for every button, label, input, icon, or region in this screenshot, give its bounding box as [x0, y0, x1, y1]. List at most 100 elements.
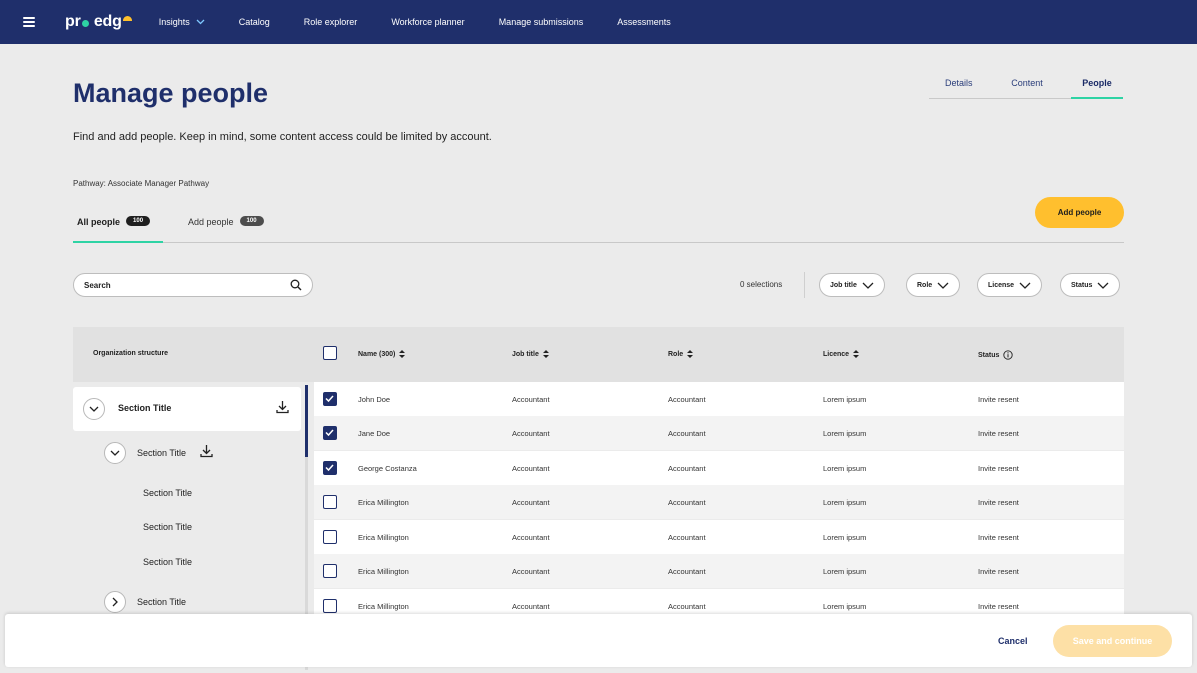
page-subtitle: Find and add people. Keep in mind, some … [73, 131, 492, 143]
table-header [73, 327, 1124, 382]
tree-scrollbar-thumb[interactable] [305, 385, 308, 457]
subtab-all-people-label: All people [77, 217, 121, 227]
nav-manage-submissions[interactable]: Manage submissions [499, 17, 584, 27]
select-all-checkbox[interactable] [323, 346, 337, 360]
tree-item-label[interactable]: Section Title [143, 557, 192, 567]
tree-item-top[interactable] [73, 387, 301, 431]
chevron-down-icon [110, 450, 120, 456]
row-checkbox[interactable] [323, 599, 337, 613]
cell-role: Accountant [668, 395, 706, 404]
row-checkbox[interactable] [323, 564, 337, 578]
subtab-add-people[interactable]: Add people 100 [188, 216, 264, 243]
logo-text-edg: edg [93, 13, 122, 30]
filter-role[interactable]: Role [906, 273, 961, 297]
row-checkbox[interactable] [323, 495, 337, 509]
cell-licence: Lorem ipsum [823, 567, 867, 576]
search-input[interactable] [84, 280, 290, 290]
cell-role: Accountant [668, 567, 706, 576]
cell-licence: Lorem ipsum [823, 498, 867, 507]
column-job-title-label: Job title [512, 350, 539, 358]
cell-status: Invite resent [978, 567, 1019, 576]
tab-details[interactable]: Details [929, 78, 983, 99]
tree-item-label[interactable]: Section Title [137, 448, 186, 458]
tab-people[interactable]: People [1071, 78, 1123, 99]
tree-item-label[interactable]: Section Title [143, 488, 192, 498]
table-row[interactable]: John Doe Accountant Accountant Lorem ips… [314, 382, 1124, 416]
expand-button[interactable] [104, 591, 126, 613]
sort-icon[interactable] [687, 350, 694, 358]
sort-icon[interactable] [542, 350, 549, 358]
chevron-down-icon [1097, 282, 1109, 289]
tree-item-label: Section Title [118, 403, 172, 413]
nav-workforce-planner[interactable]: Workforce planner [391, 17, 464, 27]
nav-catalog[interactable]: Catalog [239, 17, 270, 27]
column-licence-label: Licence [823, 350, 850, 358]
cell-name: John Doe [358, 395, 391, 404]
cell-job-title: Accountant [512, 464, 550, 473]
pathway-label: Pathway: Associate Manager Pathway [73, 179, 210, 188]
search-icon[interactable] [290, 279, 302, 291]
sort-icon[interactable] [853, 350, 860, 358]
column-role[interactable]: Role [668, 350, 694, 358]
collapse-button[interactable] [104, 442, 126, 464]
cancel-button[interactable]: Cancel [998, 636, 1028, 646]
pro-edge-logo[interactable]: pr edg [65, 13, 132, 31]
filter-license-label: License [988, 281, 1015, 289]
tree-item-label[interactable]: Section Title [137, 597, 186, 607]
filter-license[interactable]: License [977, 273, 1043, 297]
chevron-down-icon [937, 282, 949, 289]
cell-job-title: Accountant [512, 533, 550, 542]
table-row[interactable]: Erica Millington Accountant Accountant L… [314, 485, 1124, 519]
nav-insights[interactable]: Insights [159, 17, 205, 27]
cell-name: Jane Doe [358, 429, 391, 438]
nav-role-explorer[interactable]: Role explorer [304, 17, 358, 27]
subtab-all-people[interactable]: All people 100 [73, 216, 163, 243]
nav-assessments[interactable]: Assessments [617, 17, 671, 27]
chevron-down-icon [196, 19, 205, 25]
count-badge: 100 [239, 216, 264, 226]
download-icon[interactable] [276, 400, 289, 414]
chevron-down-icon [89, 406, 99, 412]
filter-job-title-label: Job title [830, 281, 857, 289]
table-row[interactable]: Erica Millington Accountant Accountant L… [314, 554, 1124, 588]
column-status-label: Status [978, 351, 1000, 359]
collapse-button[interactable] [83, 398, 105, 420]
cell-job-title: Accountant [512, 498, 550, 507]
logo-arc [122, 15, 132, 21]
cell-name: George Costanza [358, 464, 417, 473]
column-job-title[interactable]: Job title [512, 350, 549, 358]
count-badge: 100 [126, 216, 151, 226]
row-checkbox[interactable] [323, 426, 337, 440]
table-row[interactable]: Erica Millington Accountant Accountant L… [314, 520, 1124, 554]
table-row[interactable]: Jane Doe Accountant Accountant Lorem ips… [314, 416, 1124, 450]
column-status[interactable]: Status [978, 350, 1014, 360]
chevron-down-icon [1019, 282, 1031, 289]
column-name[interactable]: Name (300) [358, 350, 406, 358]
tree-item-label[interactable]: Section Title [143, 522, 192, 532]
org-structure-label: Organization structure [93, 350, 169, 357]
cell-job-title: Accountant [512, 602, 550, 611]
row-checkbox[interactable] [323, 461, 337, 475]
cell-name: Erica Millington [358, 533, 409, 542]
sort-icon[interactable] [399, 350, 406, 358]
tab-content[interactable]: Content [983, 78, 1071, 99]
download-icon[interactable] [200, 444, 213, 458]
filter-job-title[interactable]: Job title [819, 273, 885, 297]
cell-name: Erica Millington [358, 602, 409, 611]
cell-licence: Lorem ipsum [823, 533, 867, 542]
page-title: Manage people [73, 78, 269, 108]
filter-status[interactable]: Status [1060, 273, 1121, 297]
cell-licence: Lorem ipsum [823, 429, 867, 438]
cell-licence: Lorem ipsum [823, 464, 867, 473]
menu-icon[interactable] [23, 17, 35, 27]
row-checkbox[interactable] [323, 392, 337, 406]
cell-job-title: Accountant [512, 567, 550, 576]
column-licence[interactable]: Licence [823, 350, 860, 358]
row-checkbox[interactable] [323, 530, 337, 544]
cell-job-title: Accountant [512, 429, 550, 438]
info-icon[interactable] [1003, 350, 1014, 360]
save-and-continue-button[interactable]: Save and continue [1053, 625, 1172, 657]
cell-name: Erica Millington [358, 498, 409, 507]
cell-status: Invite resent [978, 533, 1019, 542]
table-row[interactable]: George Costanza Accountant Accountant Lo… [314, 451, 1124, 485]
